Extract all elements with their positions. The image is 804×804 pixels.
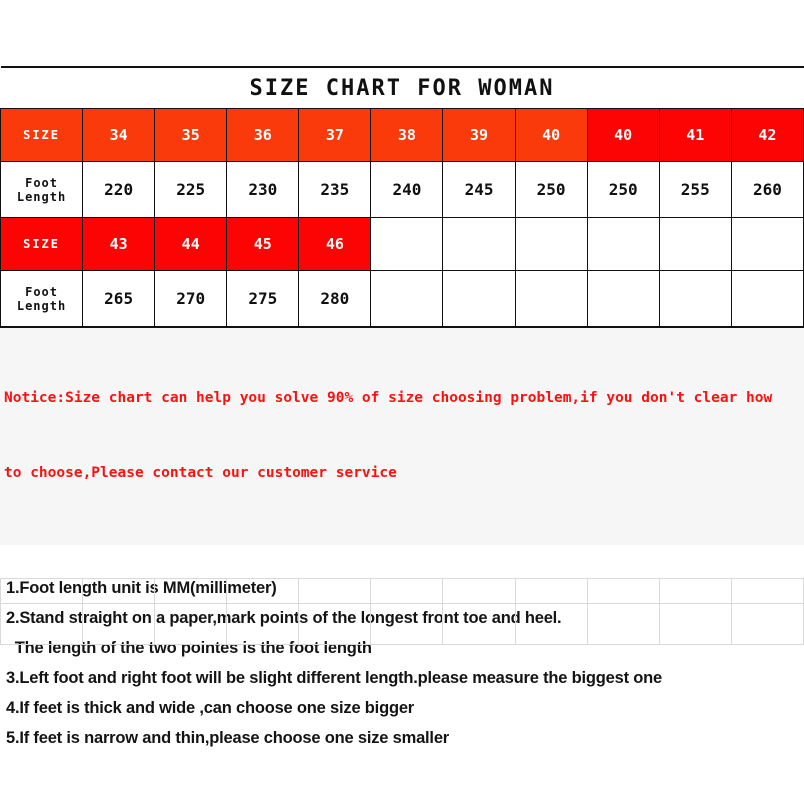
size-header-row-2: SIZE 43 44 45 46 (0, 217, 804, 271)
size-chart-page: SIZE CHART FOR WOMAN SIZE 34 35 36 37 38… (0, 0, 804, 804)
size-cell: 36 (226, 108, 300, 162)
size-cell: 34 (82, 108, 156, 162)
foot-length-row-2: Foot Length 265 270 275 280 (0, 270, 804, 328)
foot-length-cell: 245 (442, 161, 516, 218)
notice-banner: Notice:Size chart can help you solve 90%… (0, 328, 804, 545)
size-cell: 42 (730, 108, 804, 162)
size-cell: 37 (298, 108, 372, 162)
blank-grid-row (0, 578, 804, 604)
size-cell-empty (514, 217, 588, 271)
foot-length-cell: 265 (82, 270, 156, 328)
size-header-row-1: SIZE 34 35 36 37 38 39 40 40 41 42 (0, 108, 804, 162)
foot-length-label-cell-1: Foot Length (0, 161, 84, 218)
foot-length-cell: 255 (658, 161, 732, 218)
blank-cell (82, 603, 156, 645)
foot-length-cell-empty (730, 270, 804, 328)
blank-cell (226, 578, 300, 604)
size-cell: 45 (226, 217, 300, 271)
notice-line-2: to choose,Please contact our customer se… (4, 465, 397, 481)
blank-cell (658, 578, 732, 604)
size-cell: 44 (154, 217, 228, 271)
foot-length-cell: 230 (226, 161, 300, 218)
size-cell-empty (586, 217, 660, 271)
size-cell: 35 (154, 108, 228, 162)
blank-cell (658, 603, 732, 645)
foot-length-cell-empty (658, 270, 732, 328)
foot-length-cell: 235 (298, 161, 372, 218)
blank-cell (442, 603, 516, 645)
foot-length-cell: 240 (370, 161, 444, 218)
foot-length-cell: 280 (298, 270, 372, 328)
size-cell: 38 (370, 108, 444, 162)
size-cell: 46 (298, 217, 372, 271)
foot-length-cell: 275 (226, 270, 300, 328)
blank-cell (82, 578, 156, 604)
foot-length-cell: 250 (514, 161, 588, 218)
size-label-cell-1: SIZE (0, 108, 84, 162)
foot-length-row-1: Foot Length 220 225 230 235 240 245 250 … (0, 161, 804, 218)
size-cell: 40 (514, 108, 588, 162)
blank-grid-row (0, 603, 804, 645)
blank-cell (154, 603, 228, 645)
top-margin (0, 0, 804, 66)
size-cell-empty (442, 217, 516, 271)
foot-length-cell-empty (370, 270, 444, 328)
blank-cell (514, 603, 588, 645)
blank-cell (730, 578, 804, 604)
foot-length-cell: 260 (730, 161, 804, 218)
size-cell: 41 (658, 108, 732, 162)
foot-length-cell-empty (586, 270, 660, 328)
foot-length-cell: 250 (586, 161, 660, 218)
blank-cell (0, 578, 84, 604)
notice-line-1: Notice:Size chart can help you solve 90%… (4, 390, 773, 406)
size-cell-empty (370, 217, 444, 271)
size-cell-empty (730, 217, 804, 271)
blank-cell (298, 603, 372, 645)
foot-length-cell-empty (442, 270, 516, 328)
blank-grid (0, 578, 804, 645)
blank-cell (730, 603, 804, 645)
table-title-row: SIZE CHART FOR WOMAN (0, 67, 804, 109)
blank-cell (586, 603, 660, 645)
blank-cell (586, 578, 660, 604)
blank-cell (154, 578, 228, 604)
foot-length-cell-empty (514, 270, 588, 328)
foot-length-cell: 270 (154, 270, 228, 328)
blank-cell (370, 603, 444, 645)
size-label-cell-2: SIZE (0, 217, 84, 271)
blank-cell (0, 603, 84, 645)
foot-length-label-cell-2: Foot Length (0, 270, 84, 328)
instruction-item: 5.If feet is narrow and thin,please choo… (6, 729, 450, 747)
blank-cell (298, 578, 372, 604)
foot-length-cell: 220 (82, 161, 156, 218)
instruction-list: 1.Foot length unit is MM(millimeter) 2.S… (0, 545, 804, 753)
size-cell: 43 (82, 217, 156, 271)
size-cell: 39 (442, 108, 516, 162)
blank-cell (226, 603, 300, 645)
blank-cell (514, 578, 588, 604)
page-title: SIZE CHART FOR WOMAN (0, 67, 804, 109)
foot-length-cell: 225 (154, 161, 228, 218)
size-chart-table: SIZE CHART FOR WOMAN SIZE 34 35 36 37 38… (0, 66, 804, 328)
blank-cell (370, 578, 444, 604)
size-cell: 40 (586, 108, 660, 162)
instruction-item: 4.If feet is thick and wide ,can choose … (6, 699, 415, 717)
size-cell-empty (658, 217, 732, 271)
blank-cell (442, 578, 516, 604)
instruction-item: 3.Left foot and right foot will be sligh… (6, 669, 663, 687)
